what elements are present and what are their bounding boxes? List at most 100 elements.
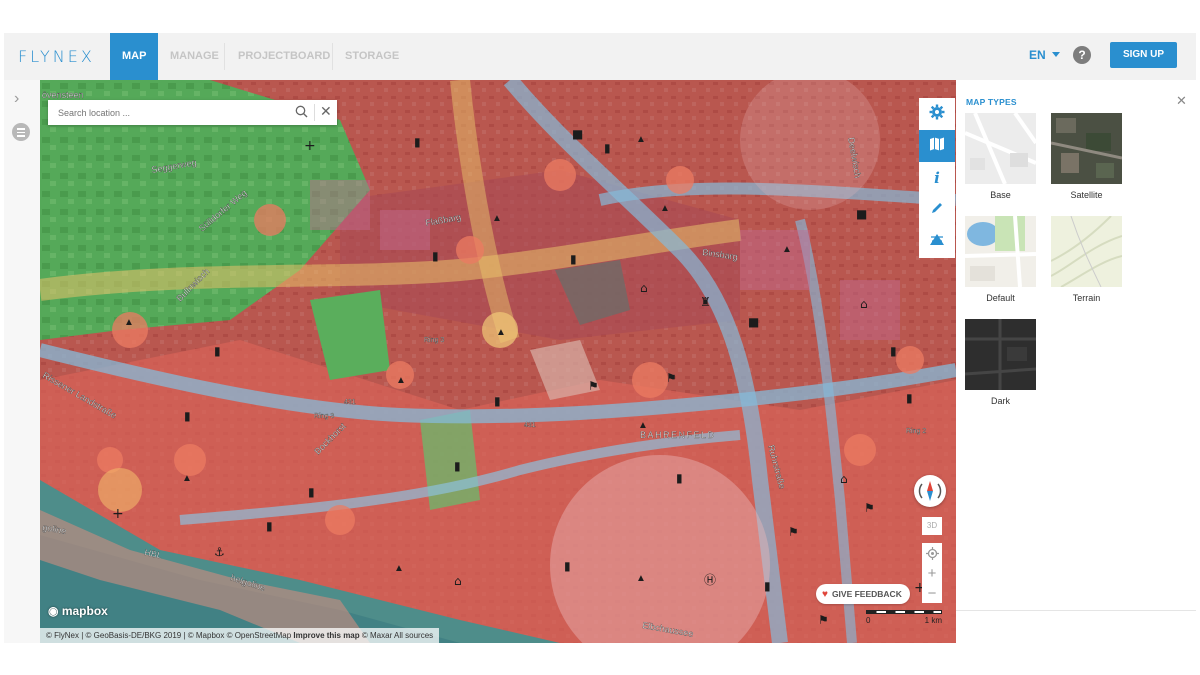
map-type-default[interactable]: Default	[965, 216, 1036, 303]
map-label: 431	[524, 422, 536, 429]
police-icon: ▲	[396, 375, 406, 386]
scale-bar: 0 1 km	[866, 610, 942, 625]
monument-icon: ♜	[700, 295, 711, 309]
train-icon: ■	[748, 315, 759, 329]
map-type-label: Default	[986, 293, 1015, 303]
map-toolbar: i	[919, 98, 955, 258]
crosshair-icon	[925, 546, 939, 560]
map-types-panel: MAP TYPES ✕ Base Satellite Default Terra…	[956, 80, 1196, 643]
map-type-satellite[interactable]: Satellite	[1051, 113, 1122, 200]
zoom-controls: + −	[922, 543, 942, 603]
gear-icon	[929, 104, 945, 125]
flag-icon: ⚑	[666, 371, 677, 385]
train-icon: ■	[856, 207, 867, 221]
police-icon: ▲	[182, 473, 192, 484]
building-marker-icon: ▮	[432, 249, 439, 263]
base-thumbnail	[965, 113, 1036, 184]
police-icon: ▲	[492, 213, 502, 224]
map-label: Ring 3	[424, 337, 444, 344]
terrain-thumbnail	[1051, 216, 1122, 287]
police-icon: ▲	[638, 420, 648, 431]
anchor-icon: ⚓	[214, 545, 225, 559]
mapbox-logo-text: mapbox	[61, 604, 108, 618]
compass-button[interactable]	[914, 475, 946, 507]
satellite-thumbnail	[1051, 113, 1122, 184]
flag-icon: ⚑	[588, 379, 599, 393]
train-icon: ■	[572, 127, 583, 141]
close-icon[interactable]: ✕	[1176, 93, 1187, 109]
building-marker-icon: ▮	[570, 252, 577, 266]
drone-zone-button[interactable]	[919, 226, 955, 258]
panel-title: MAP TYPES	[966, 97, 1017, 107]
scale-end-label: 1 km	[924, 616, 942, 625]
compass-icon	[918, 481, 942, 501]
map-type-label: Satellite	[1070, 190, 1103, 200]
chevron-right-icon[interactable]: ›	[14, 90, 19, 108]
map-label: Ring 2	[906, 428, 926, 435]
map-background: övensteen Seggerweg Sülldorfer Weg Bulln…	[40, 80, 956, 643]
hospital-cross-icon: +	[304, 138, 316, 154]
settings-button[interactable]	[919, 98, 955, 130]
building-marker-icon: ▮	[604, 141, 611, 155]
building-marker-icon: ▮	[764, 579, 771, 593]
zoom-in-button[interactable]: +	[922, 563, 942, 583]
language-selector[interactable]: EN	[1029, 48, 1060, 62]
map-icon	[929, 136, 945, 157]
police-icon: ▲	[660, 203, 670, 214]
layers-menu-icon[interactable]	[12, 123, 30, 141]
building-marker-icon: ▮	[890, 344, 897, 358]
nav-divider	[224, 43, 225, 70]
info-icon: i	[934, 169, 940, 187]
helipad-icon: Ⓗ	[704, 573, 716, 587]
locate-button[interactable]	[922, 543, 942, 563]
zoom-out-button[interactable]: −	[922, 583, 942, 603]
map-label: 431	[344, 399, 356, 406]
hospital-cross-icon: +	[112, 506, 124, 522]
attribution-text: © FlyNex | © GeoBasis-DE/BKG 2019 | © Ma…	[46, 631, 292, 640]
search-input[interactable]	[48, 100, 283, 125]
tab-manage[interactable]: MANAGE	[158, 33, 231, 80]
attribution-suffix: © Maxar All sources	[361, 631, 434, 640]
building-marker-icon: ▮	[564, 559, 571, 573]
location-search: ✕	[48, 100, 337, 125]
building-marker-icon: ▮	[414, 135, 421, 149]
app-window: FLYNEX MAP MANAGE PROJECTBOARD STORAGE E…	[4, 33, 1196, 643]
plus-icon: +	[927, 564, 937, 582]
help-button[interactable]: ?	[1073, 46, 1091, 64]
flag-icon: ⚑	[818, 613, 829, 627]
improve-map-link[interactable]: Improve this map	[293, 631, 359, 640]
tab-map[interactable]: MAP	[110, 33, 159, 80]
close-icon[interactable]: ✕	[320, 103, 332, 120]
mapbox-logo[interactable]: ◉ mapbox	[48, 604, 108, 618]
minus-icon: −	[927, 584, 937, 602]
toggle-3d-button[interactable]: 3D	[922, 517, 942, 535]
info-button[interactable]: i	[919, 162, 955, 194]
map-type-terrain[interactable]: Terrain	[1051, 216, 1122, 303]
police-icon: ▲	[636, 134, 646, 145]
sign-up-button[interactable]: SIGN UP	[1110, 42, 1177, 68]
flynex-logo[interactable]: FLYNEX	[18, 47, 95, 66]
church-icon: ⌂	[840, 472, 848, 486]
map-type-base[interactable]: Base	[965, 113, 1036, 200]
map-types-button[interactable]	[919, 130, 955, 162]
left-rail: ›	[4, 80, 40, 643]
map-type-dark[interactable]: Dark	[965, 319, 1036, 406]
building-marker-icon: ▮	[454, 459, 461, 473]
tab-projectboard[interactable]: PROJECTBOARD	[226, 33, 342, 80]
flag-icon: ⚑	[788, 525, 799, 539]
search-divider	[314, 104, 315, 121]
map-canvas[interactable]: övensteen Seggerweg Sülldorfer Weg Bulln…	[40, 80, 956, 643]
give-feedback-button[interactable]: ♥ GIVE FEEDBACK	[816, 584, 910, 604]
map-label: Ring 3	[314, 413, 334, 420]
top-navigation: FLYNEX MAP MANAGE PROJECTBOARD STORAGE E…	[4, 33, 1196, 80]
pencil-icon	[930, 201, 944, 220]
search-icon[interactable]	[295, 105, 308, 123]
building-marker-icon: ▮	[676, 471, 683, 485]
tab-storage[interactable]: STORAGE	[333, 33, 411, 80]
draw-button[interactable]	[919, 194, 955, 226]
building-marker-icon: ▮	[184, 409, 191, 423]
police-icon: ▲	[782, 244, 792, 255]
building-marker-icon: ▮	[308, 485, 315, 499]
scale-bar-graphic	[866, 610, 942, 614]
language-label: EN	[1029, 48, 1046, 62]
